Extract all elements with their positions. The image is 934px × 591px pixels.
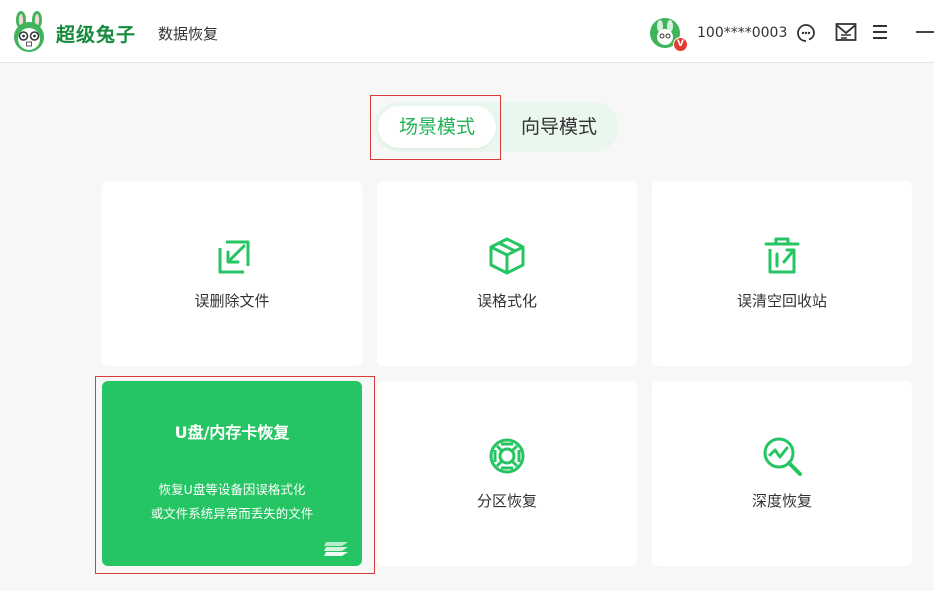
mode-switch: 场景模式 向导模式 [373,102,619,152]
rabbit-logo-icon [14,11,44,52]
card-usb-recovery[interactable]: U盘/内存卡恢复 恢复U盘等设备因误格式化 或文件系统异常而丢失的文件 [102,381,362,566]
app-product-name: 数据恢复 [158,25,219,43]
card-label: 误删除文件 [194,292,270,310]
tab-wizard-mode[interactable]: 向导模式 [504,106,614,148]
layers-icon [324,542,348,556]
app-brand-name: 超级兔子 [56,24,137,46]
lifebuoy-icon [485,434,529,478]
card-recycle-bin[interactable]: 误清空回收站 [652,181,912,366]
card-label: 分区恢复 [476,492,537,510]
card-label: 误格式化 [476,292,537,310]
card-partition-recovery[interactable]: 分区恢复 [377,381,637,566]
magnifier-chart-icon [760,434,804,478]
tab-scene-mode[interactable]: 场景模式 [378,106,496,148]
card-formatted[interactable]: 误格式化 [377,181,637,366]
card-label: 误清空回收站 [736,292,827,310]
support-icon[interactable] [794,20,818,44]
file-restore-icon [210,234,254,278]
menu-icon[interactable] [868,20,892,44]
minimize-icon[interactable] [916,31,934,33]
card-description-line1: 恢复U盘等设备因误格式化 [158,482,306,497]
card-title: U盘/内存卡恢复 [174,423,290,442]
card-description-line2: 或文件系统异常而丢失的文件 [150,506,314,521]
card-deleted-files[interactable]: 误删除文件 [102,181,362,366]
trash-bin-icon [760,234,804,278]
user-id-text[interactable]: 100****0003 [697,25,787,41]
cube-icon [485,234,529,278]
card-label: 深度恢复 [751,492,812,510]
message-icon[interactable] [834,20,858,44]
vip-badge: V [673,37,688,52]
card-deep-scan[interactable]: 深度恢复 [652,381,912,566]
title-bar: 超级兔子 数据恢复 V 100****0003 [0,0,934,63]
